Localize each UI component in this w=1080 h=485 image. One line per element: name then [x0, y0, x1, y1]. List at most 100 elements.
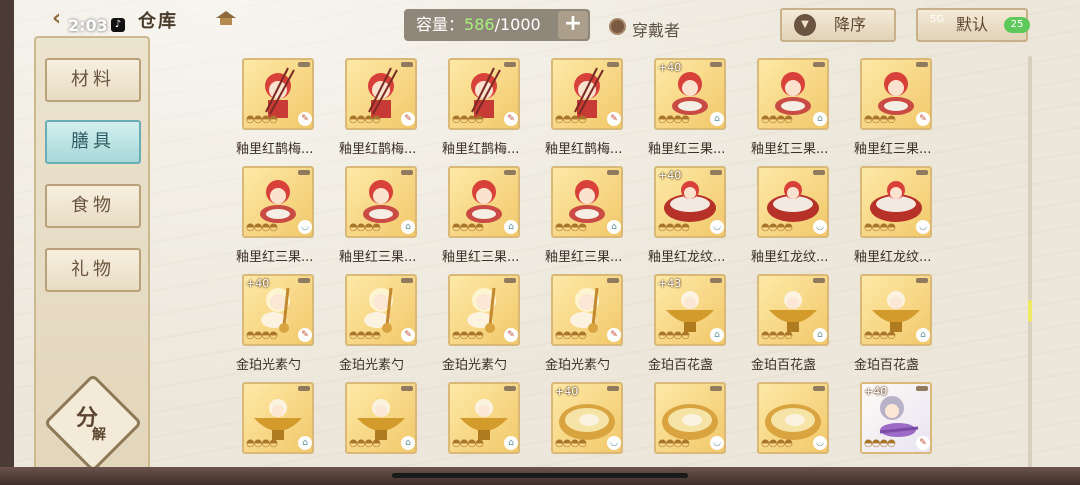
sort-button[interactable]: ▼ 降序: [780, 8, 896, 42]
item-frame[interactable]: ◓◓◓◓ ✎: [860, 58, 932, 130]
enhance-badge: +40: [555, 385, 579, 398]
item-frame[interactable]: ◓◓◓◓ ◡: [860, 166, 932, 238]
rating-icons: ◓◓◓◓: [246, 114, 278, 125]
rating-icons: ◓◓◓◓: [349, 438, 381, 449]
hat-icon: ⌂: [813, 112, 827, 126]
tab-materials[interactable]: 材料: [45, 58, 141, 102]
expand-capacity-button[interactable]: +: [558, 11, 588, 39]
item-frame[interactable]: ◓◓◓◓ ✎: [242, 58, 314, 130]
item-frame[interactable]: ◓◓◓◓ ✎: [448, 274, 520, 346]
rating-icons: ◓◓◓◓: [452, 330, 484, 341]
rating-icons: ◓◓◓◓: [246, 330, 278, 341]
lock-mark-icon: [401, 278, 413, 283]
item-frame[interactable]: ◓◓◓◓ ⌂: [860, 274, 932, 346]
scrollbar-thumb[interactable]: [1028, 300, 1032, 322]
rating-icons: ◓◓◓◓: [864, 114, 896, 125]
rating-icons: ◓◓◓◓: [658, 438, 690, 449]
item-frame[interactable]: ◓◓◓◓ ✎: [448, 58, 520, 130]
lock-mark-icon: [607, 386, 619, 391]
rating-icons: ◓◓◓◓: [864, 330, 896, 341]
house-icon[interactable]: [214, 9, 238, 27]
tab-food[interactable]: 食物: [45, 184, 141, 228]
enhance-badge: +43: [658, 277, 682, 290]
capacity-label: 容量：: [416, 15, 465, 34]
rating-icons: ◓◓◓◓: [658, 222, 690, 233]
lock-mark-icon: [298, 278, 310, 283]
lock-mark-icon: [504, 278, 516, 283]
lock-mark-icon: [298, 62, 310, 67]
bowl-icon: ◡: [298, 220, 312, 234]
item-name: 金珀百花盏: [648, 358, 714, 373]
item-frame[interactable]: ◓◓◓◓ ✎: [551, 274, 623, 346]
item-name: 金珀光素勺: [545, 358, 611, 373]
item-frame[interactable]: ◓◓◓◓ ⌂: [345, 166, 417, 238]
item-frame[interactable]: ◓◓◓◓ ⌂ +43: [654, 274, 726, 346]
item-frame[interactable]: ◓◓◓◓ ⌂: [345, 382, 417, 454]
rating-icons: ◓◓◓◓: [555, 330, 587, 341]
worn-filter-toggle[interactable]: [609, 18, 626, 35]
item-name: 金珀光素勺: [442, 358, 508, 373]
item-name: 釉里红三果...: [648, 142, 726, 157]
bowl-icon: ◡: [813, 220, 827, 234]
item-frame[interactable]: ◓◓◓◓ ✎ +40: [242, 274, 314, 346]
lock-mark-icon: [813, 170, 825, 175]
lock-mark-icon: [298, 386, 310, 391]
enhance-badge: +40: [864, 385, 888, 398]
category-sidebar: 材料 膳具 食物 礼物 分 解: [34, 36, 150, 473]
item-frame[interactable]: ◓◓◓◓ ✎: [345, 58, 417, 130]
pen-icon: ✎: [401, 112, 415, 126]
tab-tableware[interactable]: 膳具: [45, 120, 141, 164]
decompose-char-2: 解: [92, 427, 106, 443]
item-frame[interactable]: ◓◓◓◓ ⌂: [242, 382, 314, 454]
top-bar: ‹ 2:03 ♪ 仓库 容量：586/1000 + 穿戴者 ▼ 降序 默认 5G…: [0, 0, 1080, 50]
item-name: 金珀光素勺: [339, 358, 405, 373]
rating-icons: ◓◓◓◓: [761, 222, 793, 233]
item-frame[interactable]: ◓◓◓◓ ◡: [242, 166, 314, 238]
item-frame[interactable]: ◓◓◓◓ ◡ +40: [551, 382, 623, 454]
item-name: 釉里红三果...: [545, 250, 623, 265]
item-frame[interactable]: ◓◓◓◓ ◡: [757, 382, 829, 454]
lock-mark-icon: [504, 62, 516, 67]
item-name: 釉里红鹊梅...: [442, 142, 520, 157]
item-frame[interactable]: ◓◓◓◓ ⌂ +40: [654, 58, 726, 130]
item-frame[interactable]: ◓◓◓◓ ⌂: [448, 166, 520, 238]
item-frame[interactable]: ◓◓◓◓ ◡: [757, 166, 829, 238]
item-name: 釉里红三果...: [236, 250, 314, 265]
item-name: 釉里红三果...: [854, 142, 932, 157]
pen-icon: ✎: [916, 112, 930, 126]
hat-icon: ⌂: [916, 328, 930, 342]
home-indicator[interactable]: [392, 473, 688, 478]
pen-icon: ✎: [298, 112, 312, 126]
bowl-icon: ◡: [607, 436, 621, 450]
item-frame[interactable]: ◓◓◓◓ ⌂: [757, 274, 829, 346]
lock-mark-icon: [916, 170, 928, 175]
item-frame[interactable]: ◓◓◓◓ ✎: [551, 58, 623, 130]
lock-mark-icon: [401, 386, 413, 391]
item-frame[interactable]: ◓◓◓◓ ⌂: [757, 58, 829, 130]
item-name: 釉里红鹊梅...: [339, 142, 417, 157]
worn-filter-label[interactable]: 穿戴者: [632, 17, 680, 41]
lock-mark-icon: [813, 278, 825, 283]
item-frame[interactable]: ◓◓◓◓ ◡: [654, 382, 726, 454]
pen-icon: ✎: [607, 328, 621, 342]
rating-icons: ◓◓◓◓: [555, 438, 587, 449]
enhance-badge: +40: [658, 61, 682, 74]
bowl-icon: ◡: [813, 436, 827, 450]
pen-icon: ✎: [298, 328, 312, 342]
item-frame[interactable]: ◓◓◓◓ ◡ +40: [654, 166, 726, 238]
item-frame[interactable]: ◓◓◓◓ ⌂: [551, 166, 623, 238]
tab-gifts[interactable]: 礼物: [45, 248, 141, 292]
lock-mark-icon: [813, 386, 825, 391]
lock-mark-icon: [710, 170, 722, 175]
capacity-total: /1000: [494, 15, 541, 34]
item-frame[interactable]: ◓◓◓◓ ✎ +40: [860, 382, 932, 454]
item-frame[interactable]: ◓◓◓◓ ⌂: [448, 382, 520, 454]
hat-icon: ⌂: [710, 328, 724, 342]
item-frame[interactable]: ◓◓◓◓ ✎: [345, 274, 417, 346]
rating-icons: ◓◓◓◓: [452, 438, 484, 449]
decompose-label[interactable]: 分 解: [70, 400, 120, 450]
tiktok-icon: ♪: [111, 18, 125, 32]
scrollbar[interactable]: [1028, 56, 1032, 476]
rating-icons: ◓◓◓◓: [349, 114, 381, 125]
rating-icons: ◓◓◓◓: [864, 438, 896, 449]
